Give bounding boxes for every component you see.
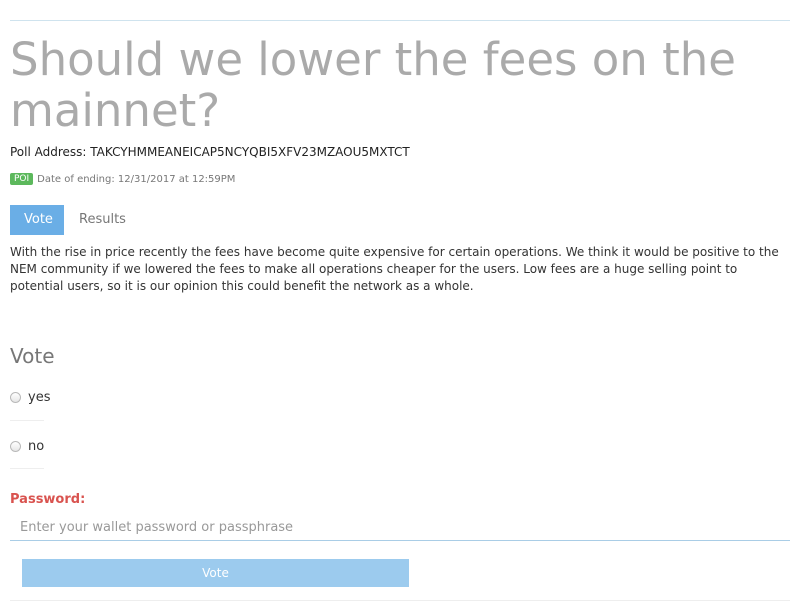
poll-title: Should we lower the fees on the mainnet?: [10, 33, 736, 137]
poll-meta: POI Date of ending: 12/31/2017 at 12:59P…: [10, 172, 235, 186]
vote-button[interactable]: Vote: [22, 559, 409, 587]
option-no[interactable]: no: [10, 436, 44, 456]
password-input[interactable]: [10, 514, 790, 541]
poll-address: Poll Address: TAKCYHMMEANEICAP5NCYQBI5XF…: [10, 145, 410, 159]
option-yes-label: yes: [28, 389, 51, 405]
radio-no[interactable]: [10, 440, 21, 452]
option-no-label: no: [28, 438, 45, 454]
tab-bar: Vote Results: [10, 205, 141, 235]
option-yes[interactable]: yes: [10, 387, 50, 407]
vote-heading: Vote: [10, 344, 55, 368]
password-label: Password:: [10, 492, 86, 507]
bottom-divider: [10, 600, 790, 601]
radio-yes[interactable]: [10, 391, 21, 403]
poi-badge: POI: [10, 173, 34, 185]
tab-vote[interactable]: Vote: [10, 205, 64, 235]
tab-results[interactable]: Results: [64, 205, 141, 235]
option-divider: [10, 468, 44, 469]
top-divider: [10, 20, 790, 21]
poll-description: With the rise in price recently the fees…: [10, 245, 779, 293]
option-divider: [10, 420, 44, 421]
ending-date: Date of ending: 12/31/2017 at 12:59PM: [37, 173, 236, 185]
